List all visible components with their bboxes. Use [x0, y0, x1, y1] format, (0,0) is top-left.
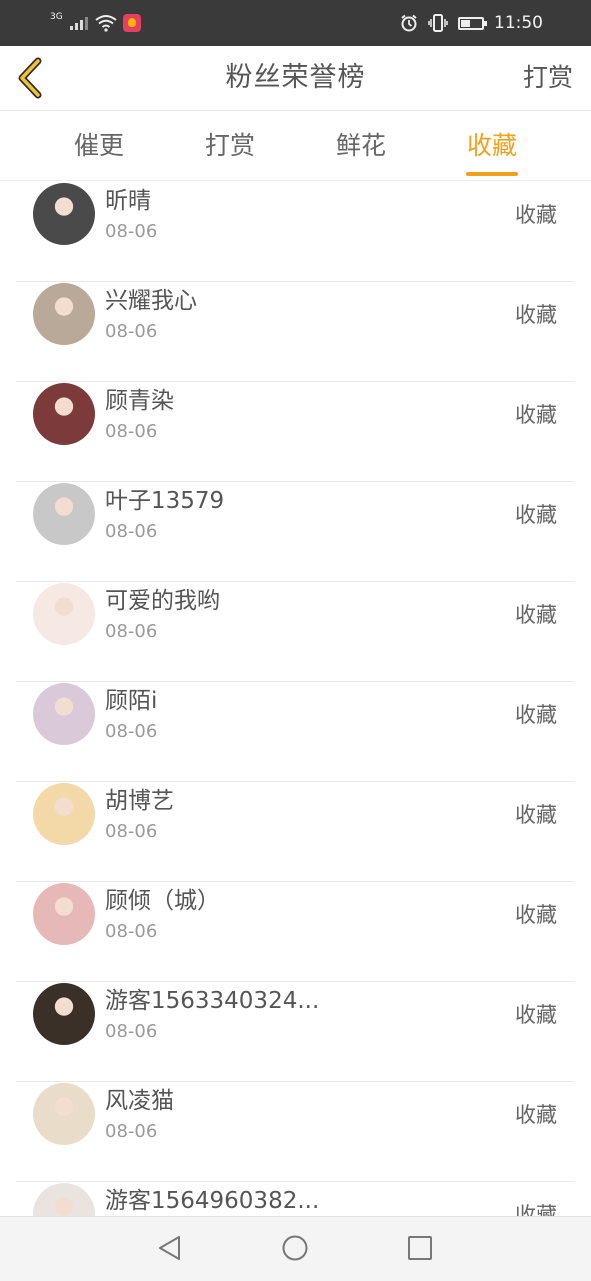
- list-item[interactable]: 可爱的我哟 08-06 收藏: [16, 581, 574, 682]
- user-name: 顾倾（城）: [105, 888, 220, 914]
- item-action-label: 收藏: [515, 203, 557, 227]
- item-date: 08-06: [105, 721, 158, 742]
- tab-label: 催更: [73, 131, 124, 160]
- app-notification-icon: [122, 14, 141, 32]
- user-name: 兴耀我心: [105, 288, 197, 314]
- status-right: 11:50: [400, 12, 543, 34]
- app-header: 粉丝荣誉榜 打赏: [0, 46, 591, 111]
- alarm-icon: [401, 14, 417, 32]
- item-action-label: 收藏: [515, 503, 557, 527]
- user-name: 游客1563340324...: [105, 988, 320, 1014]
- item-date: 08-06: [105, 521, 158, 542]
- avatar: [33, 483, 95, 545]
- signal-icon: [69, 17, 88, 30]
- item-date: 08-06: [105, 421, 158, 442]
- item-date: 08-06: [105, 221, 158, 242]
- item-action-label: 收藏: [515, 1003, 557, 1027]
- item-action-label: 收藏: [515, 603, 557, 627]
- item-date: 08-06: [105, 321, 158, 342]
- avatar: [33, 883, 95, 945]
- user-name: 顾青染: [105, 388, 174, 414]
- home-circle-icon[interactable]: [280, 1233, 310, 1263]
- avatar: [33, 683, 95, 745]
- avatar: [33, 183, 95, 245]
- network-type: 3G: [50, 12, 63, 22]
- fan-list[interactable]: 昕晴 08-06 收藏 兴耀我心 08-06 收藏 顾青染 08-06 收藏 叶…: [0, 181, 591, 1216]
- system-nav-bar: [0, 1216, 591, 1281]
- list-item[interactable]: 胡博艺 08-06 收藏: [16, 781, 574, 882]
- tab-urge[interactable]: 催更: [49, 111, 149, 180]
- list-item[interactable]: 顾倾（城） 08-06 收藏: [16, 881, 574, 982]
- user-name: 可爱的我哟: [105, 588, 220, 614]
- list-item[interactable]: 顾青染 08-06 收藏: [16, 381, 574, 482]
- avatar: [33, 283, 95, 345]
- tab-label: 打赏: [204, 131, 255, 160]
- item-action-label: 收藏: [515, 1203, 557, 1216]
- list-item[interactable]: 风凌猫 08-06 收藏: [16, 1081, 574, 1182]
- item-date: 08-06: [105, 921, 158, 942]
- list-item[interactable]: 叶子13579 08-06 收藏: [16, 481, 574, 582]
- status-time: 11:50: [494, 13, 543, 33]
- list-item[interactable]: 昕晴 08-06 收藏: [16, 181, 574, 282]
- item-action-label: 收藏: [515, 1103, 557, 1127]
- status-bar: 3G 11:50: [0, 0, 591, 46]
- list-item[interactable]: 兴耀我心 08-06 收藏: [16, 281, 574, 382]
- status-left: 3G: [50, 12, 141, 34]
- tab-label: 收藏: [466, 131, 517, 160]
- item-date: 08-06: [105, 1021, 158, 1042]
- battery-icon: [458, 16, 487, 30]
- avatar: [33, 1183, 95, 1216]
- vibrate-icon: [428, 14, 448, 32]
- user-name: 叶子13579: [105, 488, 225, 514]
- list-item[interactable]: 游客1563340324... 08-06 收藏: [16, 981, 574, 1082]
- wifi-icon: [95, 15, 117, 32]
- user-name: 顾陌i: [105, 688, 158, 714]
- tab-label: 鲜花: [335, 131, 386, 160]
- back-triangle-icon[interactable]: [155, 1233, 185, 1263]
- tab-flowers[interactable]: 鲜花: [311, 111, 411, 180]
- active-tab-indicator: [466, 172, 518, 176]
- user-name: 游客1564960382...: [105, 1188, 320, 1214]
- list-item[interactable]: 顾陌i 08-06 收藏: [16, 681, 574, 782]
- list-item[interactable]: 游客1564960382... 08-06 收藏: [16, 1181, 574, 1216]
- recents-square-icon[interactable]: [405, 1233, 435, 1263]
- user-name: 风凌猫: [105, 1088, 174, 1114]
- tab-bar: 催更 打赏 鲜花 收藏: [0, 111, 591, 181]
- avatar: [33, 983, 95, 1045]
- reward-button[interactable]: 打赏: [523, 46, 573, 110]
- avatar: [33, 1083, 95, 1145]
- user-name: 胡博艺: [105, 788, 174, 814]
- item-action-label: 收藏: [515, 703, 557, 727]
- item-action-label: 收藏: [515, 303, 557, 327]
- item-date: 08-06: [105, 621, 158, 642]
- item-action-label: 收藏: [515, 903, 557, 927]
- user-name: 昕晴: [105, 188, 151, 214]
- item-action-label: 收藏: [515, 403, 557, 427]
- item-date: 08-06: [105, 821, 158, 842]
- tab-reward[interactable]: 打赏: [180, 111, 280, 180]
- item-date: 08-06: [105, 1121, 158, 1142]
- avatar: [33, 383, 95, 445]
- tab-favorites[interactable]: 收藏: [442, 111, 542, 180]
- avatar: [33, 583, 95, 645]
- item-action-label: 收藏: [515, 803, 557, 827]
- page-title: 粉丝荣誉榜: [225, 62, 366, 93]
- avatar: [33, 783, 95, 845]
